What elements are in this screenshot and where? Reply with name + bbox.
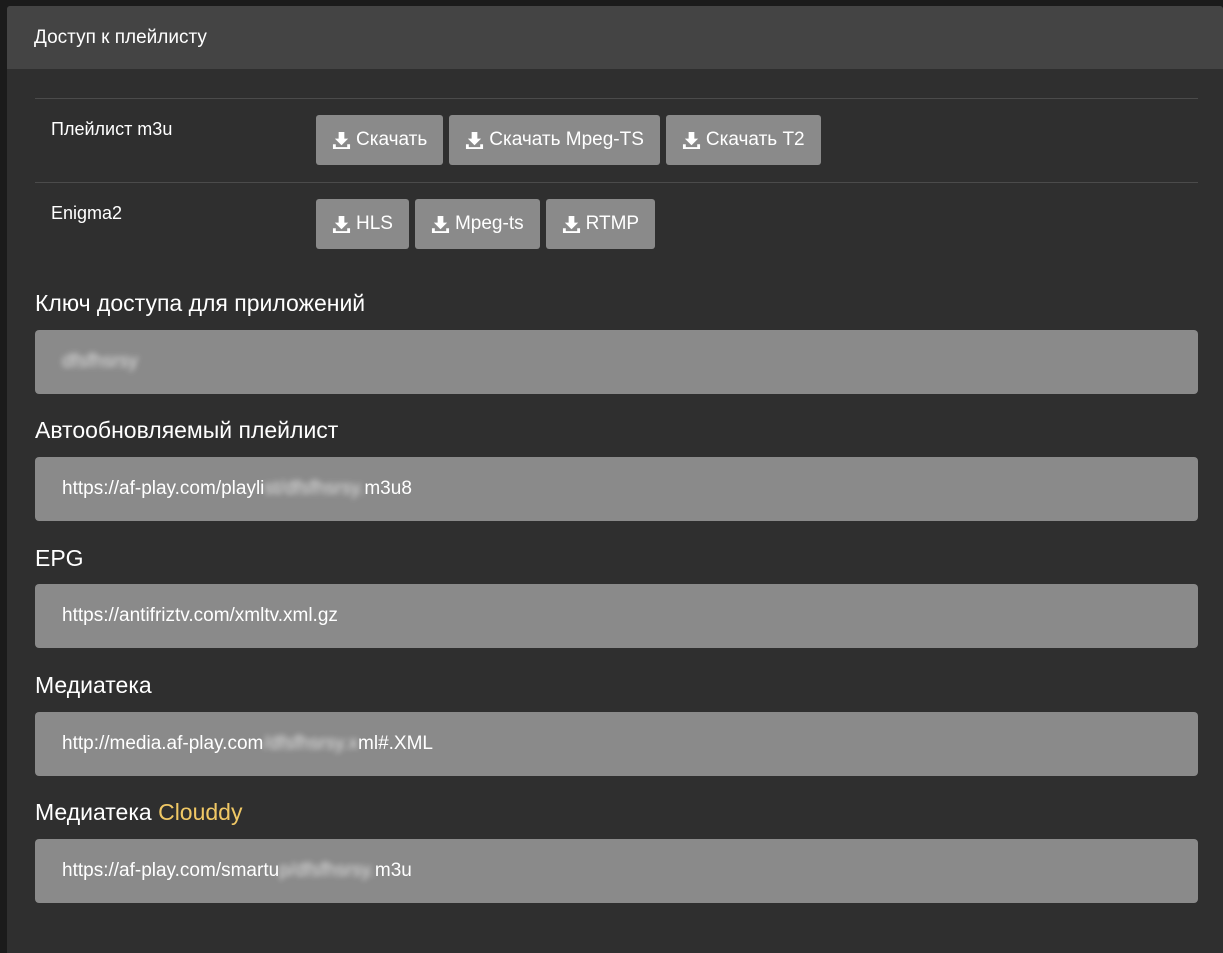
mediateka-clouddy-value-hidden: p/dfsfhsrsy.	[279, 860, 375, 881]
download-mpeg-ts-button[interactable]: Скачать Mpeg-TS	[449, 115, 660, 165]
mediateka-clouddy-field[interactable]: https://af-play.com/smartup/dfsfhsrsy.m3…	[35, 839, 1198, 903]
enigma2-hls-button[interactable]: HLS	[316, 199, 409, 249]
mediateka-clouddy-title: Медиатека Clouddy	[35, 799, 242, 826]
mediateka-value-end: ml#.XML	[358, 733, 433, 754]
enigma2-buttons: HLS Mpeg-ts RTMP	[316, 199, 656, 249]
mediateka-value-hidden: /dfsfhsrsy.x	[263, 733, 359, 754]
access-key-title: Ключ доступа для приложений	[35, 290, 366, 316]
autoupdate-playlist-value-end: m3u8	[364, 478, 412, 499]
playlist-m3u-row: Плейлист m3u Скачать Скачать Mpeg-TS Ска…	[35, 98, 1198, 182]
enigma2-rtmp-button-label: RTMP	[585, 213, 640, 234]
download-icon	[562, 215, 580, 233]
mediateka-value-start: http://media.af-play.com	[62, 733, 264, 754]
epg-title: EPG	[35, 545, 84, 571]
download-icon	[466, 131, 484, 149]
playlist-m3u-buttons: Скачать Скачать Mpeg-TS Скачать T2	[316, 115, 821, 165]
clouddy-link[interactable]: Clouddy	[158, 799, 242, 825]
panel-title: Доступ к плейлисту	[7, 6, 1223, 69]
enigma2-hls-button-label: HLS	[356, 213, 393, 234]
enigma2-rtmp-button[interactable]: RTMP	[545, 199, 656, 249]
enigma2-label: Enigma2	[51, 203, 123, 223]
mediateka-field[interactable]: http://media.af-play.com/dfsfhsrsy.xml#.…	[35, 712, 1198, 776]
autoupdate-playlist-title: Автообновляемый плейлист	[35, 417, 339, 443]
mediateka-clouddy-value-end: m3u	[374, 860, 412, 881]
mediateka-clouddy-title-prefix: Медиатека	[35, 799, 159, 825]
download-button[interactable]: Скачать	[316, 115, 444, 165]
epg-value: https://antifriztv.com/xmltv.xml.gz	[62, 605, 338, 626]
download-icon	[332, 131, 351, 149]
mediateka-title: Медиатека	[35, 672, 152, 698]
enigma2-mpeg-ts-button-label: Mpeg-ts	[454, 213, 524, 234]
playlist-access-panel: Доступ к плейлисту Плейлист m3u Скачать …	[7, 6, 1223, 953]
autoupdate-playlist-field[interactable]: https://af-play.com/playlist/dfsfhsrsy.m…	[35, 457, 1198, 521]
access-key-value: dfsfhsrsy	[62, 351, 139, 372]
epg-field[interactable]: https://antifriztv.com/xmltv.xml.gz	[35, 584, 1198, 648]
enigma2-row: Enigma2 HLS Mpeg-ts RTMP	[35, 182, 1198, 266]
autoupdate-playlist-value-hidden: st/dfsfhsrsy.	[264, 478, 365, 499]
download-button-label: Скачать	[356, 129, 428, 150]
download-t2-button[interactable]: Скачать T2	[665, 115, 821, 165]
panel-body: Плейлист m3u Скачать Скачать Mpeg-TS Ска…	[7, 98, 1223, 266]
autoupdate-playlist-value-start: https://af-play.com/playli	[62, 478, 265, 499]
access-key-field[interactable]: dfsfhsrsy	[35, 330, 1198, 394]
mediateka-clouddy-value-start: https://af-play.com/smartu	[62, 860, 280, 881]
download-mpeg-ts-button-label: Скачать Mpeg-TS	[489, 129, 644, 150]
download-icon	[431, 215, 450, 233]
download-icon	[682, 131, 700, 149]
download-t2-button-label: Скачать T2	[705, 129, 805, 150]
playlist-m3u-label: Плейлист m3u	[51, 119, 173, 139]
download-icon	[332, 215, 351, 233]
enigma2-mpeg-ts-button[interactable]: Mpeg-ts	[414, 199, 540, 249]
